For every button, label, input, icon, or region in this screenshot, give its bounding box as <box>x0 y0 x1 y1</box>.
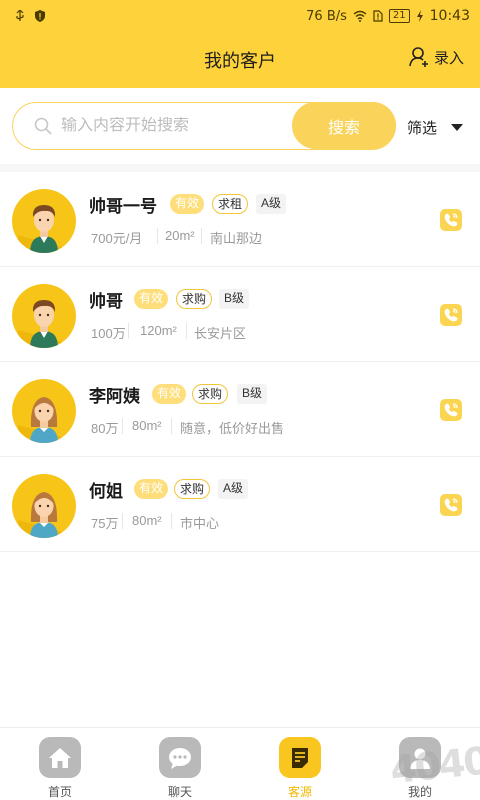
usb-icon <box>16 10 24 21</box>
location-text: 长安片区 <box>194 326 247 341</box>
price-text: 75万 <box>91 516 119 531</box>
customer-row[interactable]: 帅哥一号 有效 求租 A级 700元/月 20m² 南山那边 <box>0 172 480 267</box>
nav-clients[interactable]: 客源 <box>240 728 360 800</box>
customer-row[interactable]: 何姐 有效 求购 A级 75万 80m² 市中心 <box>0 457 480 552</box>
top-bar: 76 B/s 21 10:43 我的客户 录入 <box>0 0 480 88</box>
price-text: 80万 <box>91 421 119 436</box>
call-button[interactable] <box>440 304 462 326</box>
nav-profile-label: 我的 <box>407 785 432 799</box>
meta-divider <box>171 513 172 529</box>
location-text: 市中心 <box>180 516 220 531</box>
meta-divider <box>122 513 123 529</box>
search-icon <box>34 117 52 135</box>
nav-home-label: 首页 <box>47 785 72 799</box>
meta-divider <box>157 228 158 244</box>
area-text: 80m² <box>132 418 162 433</box>
call-button[interactable] <box>440 399 462 421</box>
level-badge: A级 <box>218 479 249 499</box>
search-input[interactable] <box>61 117 291 135</box>
status-badge: 有效 <box>170 194 205 214</box>
chat-icon <box>159 737 201 778</box>
record-label: 录入 <box>433 48 464 67</box>
demand-type-badge: 求购 <box>174 479 211 499</box>
status-badge: 有效 <box>134 479 169 499</box>
nav-clients-label: 客源 <box>287 785 312 799</box>
avatar <box>12 474 76 538</box>
avatar <box>12 284 76 348</box>
add-user-icon <box>409 47 428 67</box>
phone-icon <box>443 497 459 513</box>
call-button[interactable] <box>440 494 462 516</box>
record-button[interactable]: 录入 <box>409 46 464 68</box>
nav-chat-label: 聊天 <box>167 785 192 799</box>
area-text: 20m² <box>165 228 195 243</box>
clients-icon <box>279 737 321 778</box>
sim-alert-icon <box>373 10 383 22</box>
location-text: 随意，低价好出售 <box>180 421 285 436</box>
location-text: 南山那边 <box>210 231 263 246</box>
price-text: 700元/月 <box>91 231 143 246</box>
search-button[interactable]: 搜索 <box>292 102 396 149</box>
level-badge: B级 <box>219 289 250 309</box>
avatar <box>12 189 76 253</box>
network-speed: 76 B/s <box>306 8 347 24</box>
section-divider <box>0 164 480 172</box>
search-box: 搜索 <box>12 102 396 150</box>
battery-level: 21 <box>388 9 410 23</box>
phone-icon <box>443 307 459 323</box>
title-bar: 我的客户 录入 <box>0 32 480 88</box>
nav-profile[interactable]: 我的 <box>360 728 480 800</box>
demand-type-badge: 求购 <box>176 289 213 309</box>
clock: 10:43 <box>429 8 470 24</box>
customer-row[interactable]: 帅哥 有效 求购 B级 100万 120m² 长安片区 <box>0 267 480 362</box>
meta-divider <box>201 228 202 244</box>
level-badge: B级 <box>237 384 268 404</box>
caret-down-icon <box>451 124 464 131</box>
demand-type-badge: 求租 <box>212 194 249 214</box>
price-text: 100万 <box>91 326 126 341</box>
customer-row[interactable]: 李阿姨 有效 求购 B级 80万 80m² 随意，低价好出售 <box>0 362 480 457</box>
profile-icon <box>399 737 441 778</box>
filter-dropdown[interactable]: 筛选 <box>407 117 464 138</box>
phone-icon <box>443 212 459 228</box>
customer-name: 帅哥一号 <box>89 197 157 216</box>
nav-home[interactable]: 首页 <box>0 728 120 800</box>
charging-icon <box>416 10 423 22</box>
status-badge: 有效 <box>152 384 187 404</box>
area-text: 80m² <box>132 513 162 528</box>
meta-divider <box>186 323 187 339</box>
status-badge: 有效 <box>134 289 169 309</box>
meta-divider <box>128 323 129 339</box>
customer-name: 李阿姨 <box>89 387 140 406</box>
search-area: 搜索 筛选 <box>0 88 480 164</box>
avatar <box>12 379 76 443</box>
call-button[interactable] <box>440 209 462 231</box>
customer-name: 帅哥 <box>89 292 123 311</box>
meta-divider <box>122 418 123 434</box>
filter-label: 筛选 <box>407 119 438 137</box>
status-bar: 76 B/s 21 10:43 <box>0 0 480 32</box>
demand-type-badge: 求购 <box>192 384 229 404</box>
home-icon <box>39 737 81 778</box>
level-badge: A级 <box>256 194 287 214</box>
area-text: 120m² <box>140 323 177 338</box>
wifi-icon <box>353 10 367 22</box>
customer-list: 帅哥一号 有效 求租 A级 700元/月 20m² 南山那边 帅哥 有效 求购 B级 100万 120m… <box>0 172 480 552</box>
customer-name: 何姐 <box>89 482 123 501</box>
nav-chat[interactable]: 聊天 <box>120 728 240 800</box>
page-title: 我的客户 <box>204 51 276 71</box>
phone-icon <box>443 402 459 418</box>
bottom-nav: 首页 聊天 客源 我的 <box>0 727 480 800</box>
meta-divider <box>171 418 172 434</box>
shield-icon <box>35 10 45 22</box>
